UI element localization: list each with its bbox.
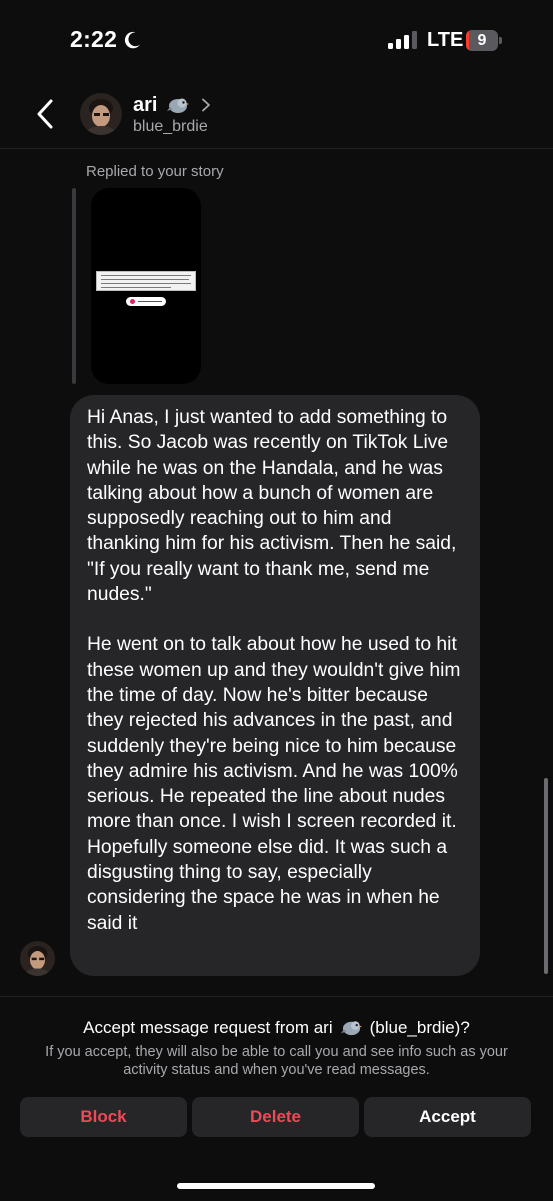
profile-name-row[interactable]: ari — [133, 92, 211, 118]
story-thumbnail[interactable] — [91, 188, 201, 384]
bird-icon — [167, 98, 190, 113]
profile-name: ari — [133, 93, 158, 116]
message-bubble[interactable]: Hi Anas, I just wanted to add something … — [70, 395, 480, 976]
message-request-panel: Accept message request from ari (blue_br… — [0, 996, 553, 1201]
avatar[interactable] — [80, 93, 122, 135]
block-button[interactable]: Block — [20, 1097, 187, 1137]
signal-icon — [388, 31, 417, 49]
delete-button[interactable]: Delete — [192, 1097, 359, 1137]
story-text-card — [96, 271, 196, 291]
chevron-right-icon[interactable] — [201, 98, 211, 112]
carrier-label: LTE — [427, 29, 464, 51]
link-icon — [130, 299, 135, 304]
story-text-line — [101, 287, 171, 288]
home-indicator[interactable] — [177, 1183, 375, 1189]
request-description: If you accept, they will also be able to… — [45, 1044, 508, 1078]
replied-to-story-label: Replied to your story — [86, 163, 224, 180]
scrollbar[interactable] — [544, 778, 548, 974]
story-text-line — [101, 275, 191, 276]
story-pill-text — [138, 301, 162, 302]
message-paragraph: Hi Anas, I just wanted to add something … — [87, 407, 457, 606]
battery-indicator: 9 — [466, 30, 502, 51]
conversation-header: ari blue_brdie — [0, 80, 553, 149]
request-title-username: (blue_brdie)? — [369, 1017, 470, 1037]
avatar-photo — [20, 941, 55, 976]
status-time: 2:22 — [70, 26, 118, 52]
chevron-left-icon[interactable] — [34, 98, 56, 130]
sender-avatar[interactable] — [20, 941, 55, 976]
battery-nub — [499, 37, 502, 44]
status-bar: 2:22 LTE 9 — [0, 0, 553, 80]
bird-icon — [340, 1021, 362, 1036]
reply-indicator-bar — [72, 188, 76, 384]
profile-username[interactable]: blue_brdie — [133, 118, 208, 136]
battery-level: 9 — [477, 32, 487, 49]
story-link-sticker — [126, 297, 166, 306]
request-title: Accept message request from ari (blue_br… — [0, 1017, 553, 1038]
story-text-line — [101, 279, 189, 280]
request-title-text: Accept message request from ari — [83, 1017, 333, 1037]
avatar-photo — [80, 93, 122, 135]
story-text-line — [101, 283, 191, 284]
moon-icon — [124, 31, 140, 49]
accept-button[interactable]: Accept — [364, 1097, 531, 1137]
message-paragraph: He went on to talk about how he used to … — [87, 634, 461, 934]
